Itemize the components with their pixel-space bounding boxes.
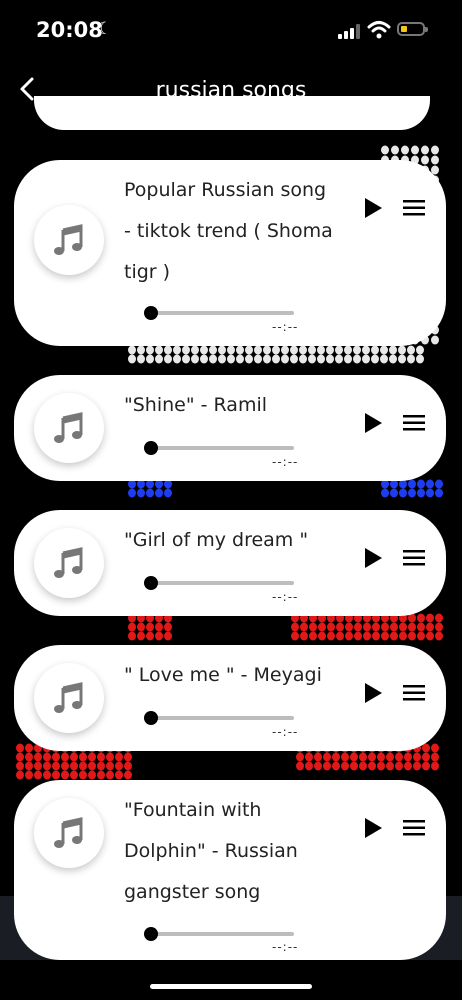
cellular-signal-icon (338, 24, 360, 39)
song-card[interactable]: Popular Russian song - tiktok trend ( Sh… (14, 160, 446, 346)
progress-slider[interactable] (144, 306, 294, 320)
music-note-icon (34, 205, 104, 275)
music-note-icon (34, 528, 104, 598)
moon-icon: ☾ (97, 19, 113, 39)
song-title: "Shine" - Ramil (124, 394, 268, 416)
song-card[interactable]: "Girl of my dream " --:-- (14, 510, 446, 616)
song-card[interactable]: "Shine" - Ramil --:-- (14, 375, 446, 481)
play-icon[interactable] (362, 682, 384, 704)
song-card[interactable]: " Love me " - Meyagi --:-- (14, 645, 446, 751)
slider-thumb[interactable] (144, 927, 158, 941)
progress-slider[interactable] (144, 441, 294, 455)
home-indicator[interactable] (150, 984, 312, 989)
music-note-icon (34, 663, 104, 733)
music-note-icon (34, 798, 104, 868)
play-icon[interactable] (362, 817, 384, 839)
header-bar: russian songs (0, 60, 462, 120)
status-bar: 20:08 ☾ (0, 0, 462, 60)
slider-thumb[interactable] (144, 711, 158, 725)
music-note-icon (34, 393, 104, 463)
song-duration: --:-- (272, 590, 299, 604)
slider-thumb[interactable] (144, 441, 158, 455)
play-icon[interactable] (362, 197, 384, 219)
song-duration: --:-- (272, 725, 299, 739)
play-icon[interactable] (362, 412, 384, 434)
song-card[interactable]: "Fountain with Dolphin" - Russian gangst… (14, 780, 446, 960)
song-duration: --:-- (272, 940, 299, 954)
song-title: "Fountain with Dolphin" - Russian gangst… (124, 799, 298, 903)
hamburger-menu-icon[interactable] (403, 199, 425, 217)
hamburger-menu-icon[interactable] (403, 684, 425, 702)
song-duration: --:-- (272, 455, 299, 469)
progress-slider[interactable] (144, 576, 294, 590)
hamburger-menu-icon[interactable] (403, 819, 425, 837)
hamburger-menu-icon[interactable] (403, 414, 425, 432)
song-title: Popular Russian song - tiktok trend ( Sh… (124, 179, 333, 283)
progress-slider[interactable] (144, 711, 294, 725)
page-title: russian songs (155, 78, 307, 103)
slider-thumb[interactable] (144, 306, 158, 320)
song-duration: --:-- (272, 320, 299, 334)
play-icon[interactable] (362, 547, 384, 569)
hamburger-menu-icon[interactable] (403, 549, 425, 567)
status-time: 20:08 (36, 18, 103, 42)
battery-icon (397, 22, 428, 36)
wifi-icon (367, 21, 391, 39)
progress-slider[interactable] (144, 927, 294, 941)
slider-thumb[interactable] (144, 576, 158, 590)
song-title: " Love me " - Meyagi (124, 664, 322, 686)
song-title: "Girl of my dream " (124, 529, 309, 551)
